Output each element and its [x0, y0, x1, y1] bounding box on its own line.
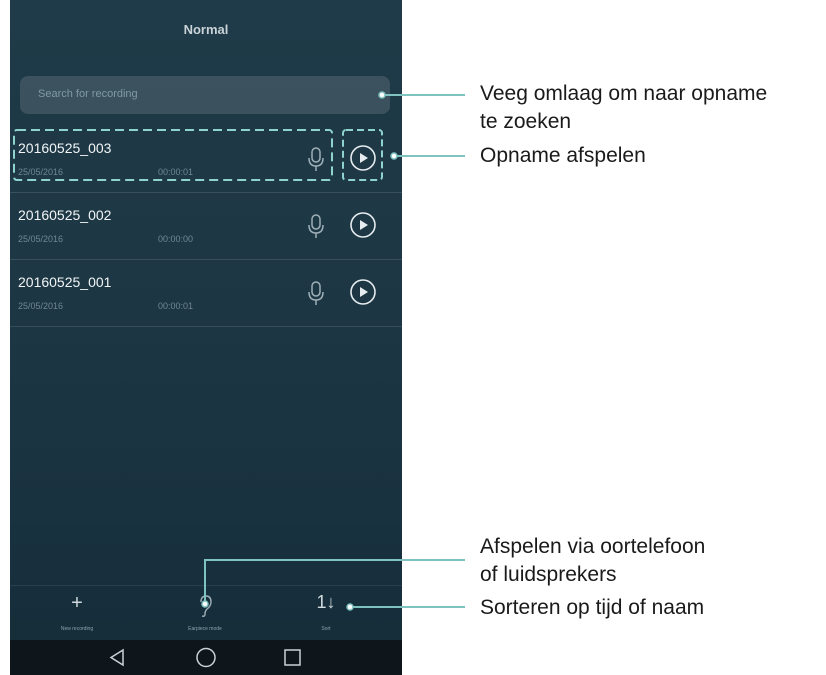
recording-name: 20160525_003 [18, 140, 112, 156]
phone-screen: Normal Search for recording 20160525_003… [10, 0, 402, 675]
earpiece-mode-button[interactable]: Earpiece mode [155, 586, 255, 640]
home-icon[interactable] [186, 640, 226, 675]
sort-button[interactable]: 1↓ Sort [276, 586, 376, 640]
new-recording-label: New recording [60, 626, 94, 632]
microphone-icon [308, 147, 324, 171]
back-icon[interactable] [98, 640, 138, 675]
page-title: Normal [183, 22, 229, 37]
microphone-icon [308, 214, 324, 238]
annotation-search-line1: Veeg omlaag om naar opname [480, 82, 768, 105]
earpiece-mode-label: Earpiece mode [188, 626, 222, 632]
ear-icon [200, 595, 212, 617]
annotation-search-line2: te zoeken [480, 110, 572, 133]
recording-name: 20160525_001 [18, 274, 112, 290]
search-bar[interactable]: Search for recording [20, 76, 390, 114]
recording-item[interactable]: 20160525_001 25/05/2016 00:00:01 [10, 260, 402, 327]
recording-name: 20160525_002 [18, 207, 112, 223]
recording-duration: 00:00:01 [158, 167, 194, 177]
microphone-icon [308, 281, 324, 305]
recording-duration: 00:00:01 [158, 301, 194, 311]
recording-date: 25/05/2016 [18, 234, 64, 244]
annotation-play: Opname afspelen [480, 144, 646, 167]
annotation-earpiece-line2: of luidsprekers [480, 563, 617, 586]
sort-label: Sort [321, 626, 331, 632]
new-recording-button[interactable]: + New recording [27, 586, 127, 640]
bottom-action-bar: + New recording Earpiece mode 1↓ Sort [10, 585, 402, 640]
annotation-sort: Sorteren op tijd of naam [480, 596, 705, 619]
play-button[interactable] [349, 211, 377, 239]
recent-apps-icon[interactable] [273, 640, 313, 675]
play-button[interactable] [349, 144, 377, 172]
plus-icon: + [71, 592, 83, 614]
recording-date: 25/05/2016 [18, 167, 64, 177]
system-navigation-bar [10, 640, 402, 675]
annotation-search: Veeg omlaag om naar opname te zoeken [480, 80, 767, 136]
recording-item[interactable]: 20160525_002 25/05/2016 00:00:00 [10, 193, 402, 260]
sort-icon: 1↓ [316, 592, 336, 612]
annotation-earpiece-line1: Afspelen via oortelefoon [480, 535, 706, 558]
recording-item[interactable]: 20160525_003 25/05/2016 00:00:01 [10, 126, 402, 193]
recording-duration: 00:00:00 [158, 234, 194, 244]
annotation-earpiece: Afspelen via oortelefoon of luidsprekers [480, 533, 705, 589]
search-placeholder: Search for recording [38, 88, 138, 100]
recording-date: 25/05/2016 [18, 301, 64, 311]
play-button[interactable] [349, 278, 377, 306]
